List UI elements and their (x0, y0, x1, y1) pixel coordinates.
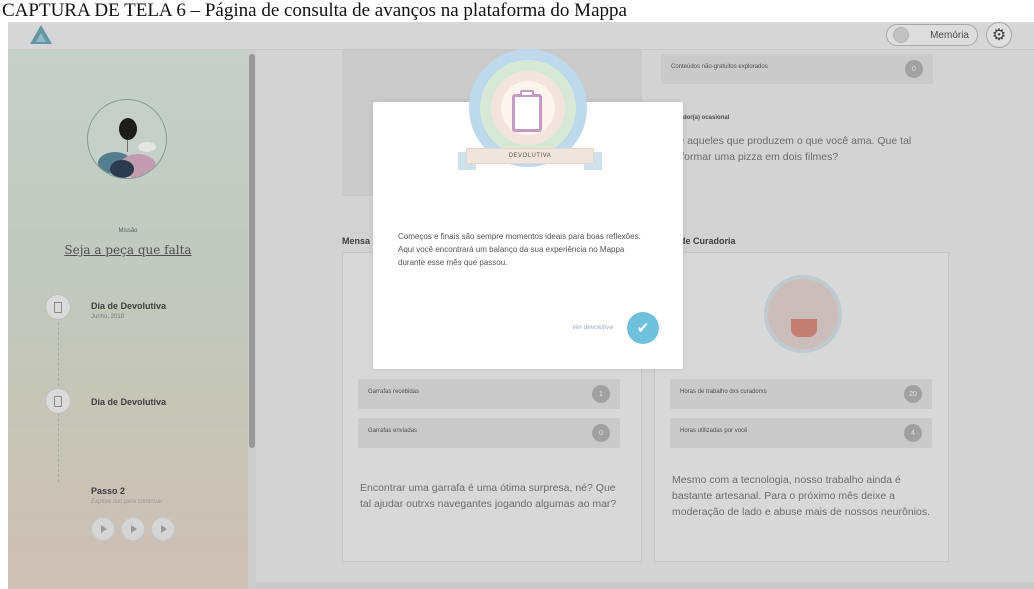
modal-description-line: durante esse mês que passou. (398, 258, 508, 267)
figure-caption: CAPTURA DE TELA 6 – Página de consulta d… (0, 0, 1034, 22)
badge-ribbon: DEVOLUTIVA (466, 148, 594, 164)
clipboard-clip (520, 90, 534, 97)
modal-description-line: Aqui você encontrará um balanço da sua e… (398, 245, 625, 254)
modal-description: Começos e finais são sempre momentos ide… (398, 230, 668, 269)
check-icon: ✔ (636, 320, 650, 337)
modal-description-line: Começos e finais são sempre momentos ide… (398, 232, 641, 241)
confirm-button[interactable]: ✔ (627, 312, 659, 344)
app-window: Memória ⚙ Missão Seja a peça que falta D… (8, 22, 1034, 589)
ver-devolutiva-link[interactable]: Ver devolutiva (572, 324, 613, 331)
clipboard-icon (512, 94, 542, 132)
